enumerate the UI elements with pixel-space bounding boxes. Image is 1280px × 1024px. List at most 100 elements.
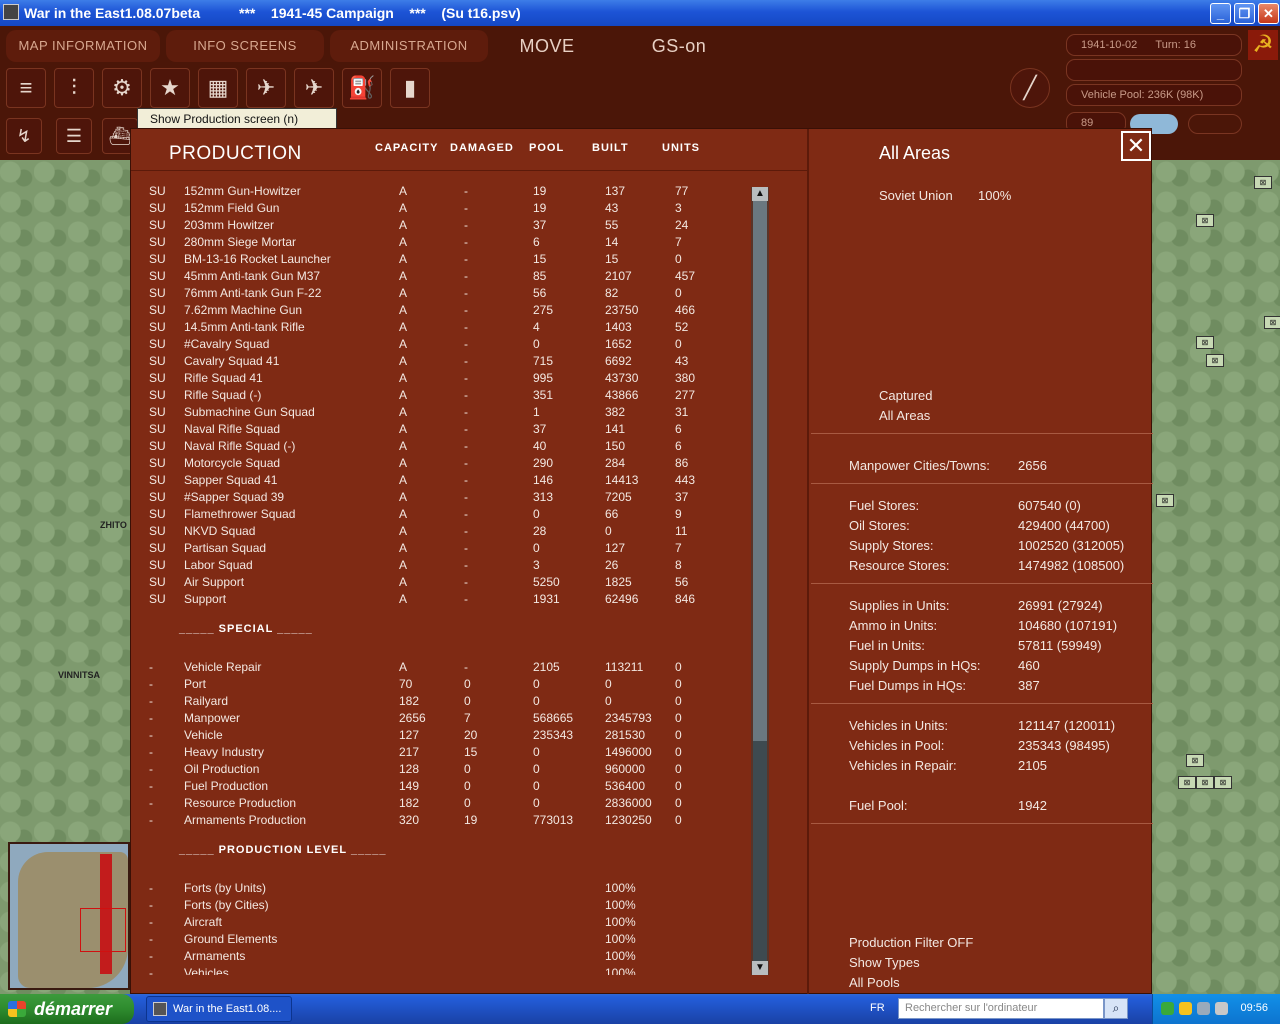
air-combat-icon[interactable]: ✈ — [246, 68, 286, 108]
table-row[interactable]: SU Naval Rifle Squad (-) A - 40 150 6 — [131, 438, 751, 455]
map-unit-counter[interactable]: ⊠ — [1196, 214, 1214, 227]
close-icon[interactable]: ✕ — [1121, 131, 1151, 161]
table-row[interactable]: SU 14.5mm Anti-tank Rifle A - 4 1403 52 — [131, 319, 751, 336]
table-row[interactable]: - Vehicle 127 20 235343 281530 0 — [131, 727, 751, 744]
table-row[interactable]: SU 280mm Siege Mortar A - 6 14 7 — [131, 234, 751, 251]
tray-security-icon[interactable] — [1179, 1002, 1192, 1015]
table-row[interactable]: - Vehicles 100% — [131, 965, 751, 975]
map-information-menu[interactable]: MAP INFORMATION — [6, 30, 160, 62]
rail-icon[interactable]: ☰ — [56, 118, 92, 154]
table-row[interactable]: SU 152mm Field Gun A - 19 43 3 — [131, 200, 751, 217]
window-titlebar[interactable]: War in the East1.08.07beta *** 1941-45 C… — [0, 0, 1280, 26]
move-mode-label[interactable]: MOVE — [494, 30, 600, 62]
table-row[interactable]: SU Naval Rifle Squad A - 37 141 6 — [131, 421, 751, 438]
start-button[interactable]: démarrer — [0, 994, 134, 1024]
stack-icon[interactable]: ≡ — [6, 68, 46, 108]
table-row[interactable]: SU NKVD Squad A - 28 0 11 — [131, 523, 751, 540]
production-scrollbar[interactable]: ▲ ▼ — [751, 187, 769, 975]
row-built: 141 — [605, 422, 626, 436]
table-row[interactable]: - Resource Production 182 0 0 2836000 0 — [131, 795, 751, 812]
table-row[interactable]: SU Rifle Squad 41 A - 995 43730 380 — [131, 370, 751, 387]
scroll-down-icon[interactable]: ▼ — [752, 961, 768, 975]
table-row[interactable]: - Manpower 2656 7 568665 2345793 0 — [131, 710, 751, 727]
show-types-toggle[interactable]: Show Types — [849, 955, 920, 970]
movement-arrow-icon[interactable]: ↯ — [6, 118, 42, 154]
table-row[interactable]: SU 76mm Anti-tank Gun F-22 A - 56 82 0 — [131, 285, 751, 302]
row-damaged: - — [464, 388, 468, 402]
table-row[interactable]: - Heavy Industry 217 15 0 1496000 0 — [131, 744, 751, 761]
administration-menu[interactable]: ADMINISTRATION — [330, 30, 488, 62]
scroll-up-icon[interactable]: ▲ — [752, 187, 768, 201]
tray-settings-icon[interactable] — [1215, 1002, 1228, 1015]
map-unit-counter[interactable]: ⊠ — [1214, 776, 1232, 789]
search-icon[interactable]: ⌕ — [1104, 998, 1128, 1019]
map-unit-counter[interactable]: ⊠ — [1196, 776, 1214, 789]
map-unit-counter[interactable]: ⊠ — [1196, 336, 1214, 349]
table-row[interactable]: SU #Cavalry Squad A - 0 1652 0 — [131, 336, 751, 353]
table-row[interactable]: - Forts (by Cities) 100% — [131, 897, 751, 914]
table-row[interactable]: SU Cavalry Squad 41 A - 715 6692 43 — [131, 353, 751, 370]
minimap-viewport[interactable] — [80, 908, 126, 952]
table-row[interactable]: SU Support A - 1931 62496 846 — [131, 591, 751, 608]
map-unit-counter[interactable]: ⊠ — [1178, 776, 1196, 789]
taskbar-app-item[interactable]: War in the East1.08.... — [146, 996, 292, 1022]
minimap[interactable] — [8, 842, 130, 990]
all-areas-filter[interactable]: All Areas — [879, 408, 930, 423]
table-row[interactable]: - Oil Production 128 0 0 960000 0 — [131, 761, 751, 778]
table-row[interactable]: - Armaments Production 320 19 773013 1230250 0 — [131, 812, 751, 829]
table-row[interactable]: SU Flamethrower Squad A - 0 66 9 — [131, 506, 751, 523]
col-damaged: DAMAGED — [450, 142, 514, 154]
table-row[interactable]: - Railyard 182 0 0 0 0 — [131, 693, 751, 710]
table-row[interactable]: SU 152mm Gun-Howitzer A - 19 137 77 — [131, 183, 751, 200]
table-row[interactable]: SU 7.62mm Machine Gun A - 275 23750 466 — [131, 302, 751, 319]
row-name: Rifle Squad 41 — [184, 371, 263, 385]
table-row[interactable]: - Port 70 0 0 0 0 — [131, 676, 751, 693]
map-unit-counter[interactable]: ⊠ — [1156, 494, 1174, 507]
star-icon[interactable]: ★ — [150, 68, 190, 108]
map-unit-counter[interactable]: ⊠ — [1186, 754, 1204, 767]
map-unit-counter[interactable]: ⊠ — [1254, 176, 1272, 189]
tray-volume-icon[interactable] — [1197, 1002, 1210, 1015]
table-row[interactable]: - Aircraft 100% — [131, 914, 751, 931]
gas-tank-icon[interactable]: ▮ — [390, 68, 430, 108]
table-row[interactable]: - Forts (by Units) 100% — [131, 880, 751, 897]
table-row[interactable]: - Armaments 100% — [131, 948, 751, 965]
gear-icon[interactable]: ⚙ — [102, 68, 142, 108]
language-indicator[interactable]: FR — [870, 1002, 885, 1014]
table-row[interactable]: SU Partisan Squad A - 0 127 7 — [131, 540, 751, 557]
table-row[interactable]: SU 45mm Anti-tank Gun M37 A - 85 2107 457 — [131, 268, 751, 285]
table-row[interactable]: SU Air Support A - 5250 1825 56 — [131, 574, 751, 591]
scroll-thumb[interactable] — [753, 201, 767, 741]
table-row[interactable]: - Fuel Production 149 0 0 536400 0 — [131, 778, 751, 795]
table-row[interactable]: SU Sapper Squad 41 A - 146 14413 443 — [131, 472, 751, 489]
captured-filter[interactable]: Captured — [879, 388, 932, 403]
table-row[interactable]: - Vehicle Repair A - 2105 113211 0 — [131, 659, 751, 676]
map-unit-counter[interactable]: ⊠ — [1264, 316, 1280, 329]
table-row[interactable]: SU #Sapper Squad 39 A - 313 7205 37 — [131, 489, 751, 506]
factory-icon[interactable]: ▦ — [198, 68, 238, 108]
tray-network-icon[interactable] — [1161, 1002, 1174, 1015]
maximize-button[interactable]: ❐ — [1234, 3, 1255, 24]
minimize-button[interactable]: _ — [1210, 3, 1231, 24]
table-row[interactable]: SU Motorcycle Squad A - 290 284 86 — [131, 455, 751, 472]
map-unit-counter[interactable]: ⊠ — [1206, 354, 1224, 367]
info-screens-menu[interactable]: INFO SCREENS — [166, 30, 324, 62]
gs-toggle[interactable]: GS-on — [620, 30, 738, 62]
table-row[interactable]: SU Rifle Squad (-) A - 351 43866 277 — [131, 387, 751, 404]
search-input[interactable]: Rechercher sur l'ordinateur — [898, 998, 1104, 1019]
close-window-button[interactable]: ✕ — [1258, 3, 1279, 24]
table-row[interactable]: - Ground Elements 100% — [131, 931, 751, 948]
table-row[interactable]: SU Labor Squad A - 3 26 8 — [131, 557, 751, 574]
table-row[interactable]: SU Submachine Gun Squad A - 1 382 31 — [131, 404, 751, 421]
production-filter-toggle[interactable]: Production Filter OFF — [849, 935, 973, 950]
all-pools-toggle[interactable]: All Pools — [849, 975, 900, 990]
taskbar: démarrer War in the East1.08.... FR Rech… — [0, 994, 1280, 1024]
production-list[interactable]: SU 152mm Gun-Howitzer A -19 137 77 SU 152mm Fie… — [131, 183, 751, 975]
fuel-pump-icon[interactable]: ⛽ — [342, 68, 382, 108]
aircraft-icon[interactable]: ✈ — [294, 68, 334, 108]
sliders-icon[interactable]: ⫶ — [54, 68, 94, 108]
table-row[interactable]: SU 203mm Howitzer A - 37 55 24 — [131, 217, 751, 234]
table-row[interactable]: SU BM-13-16 Rocket Launcher A - 15 15 0 — [131, 251, 751, 268]
pencil-icon[interactable]: ╱ — [1010, 68, 1050, 108]
country-name[interactable]: Soviet Union — [879, 188, 953, 203]
